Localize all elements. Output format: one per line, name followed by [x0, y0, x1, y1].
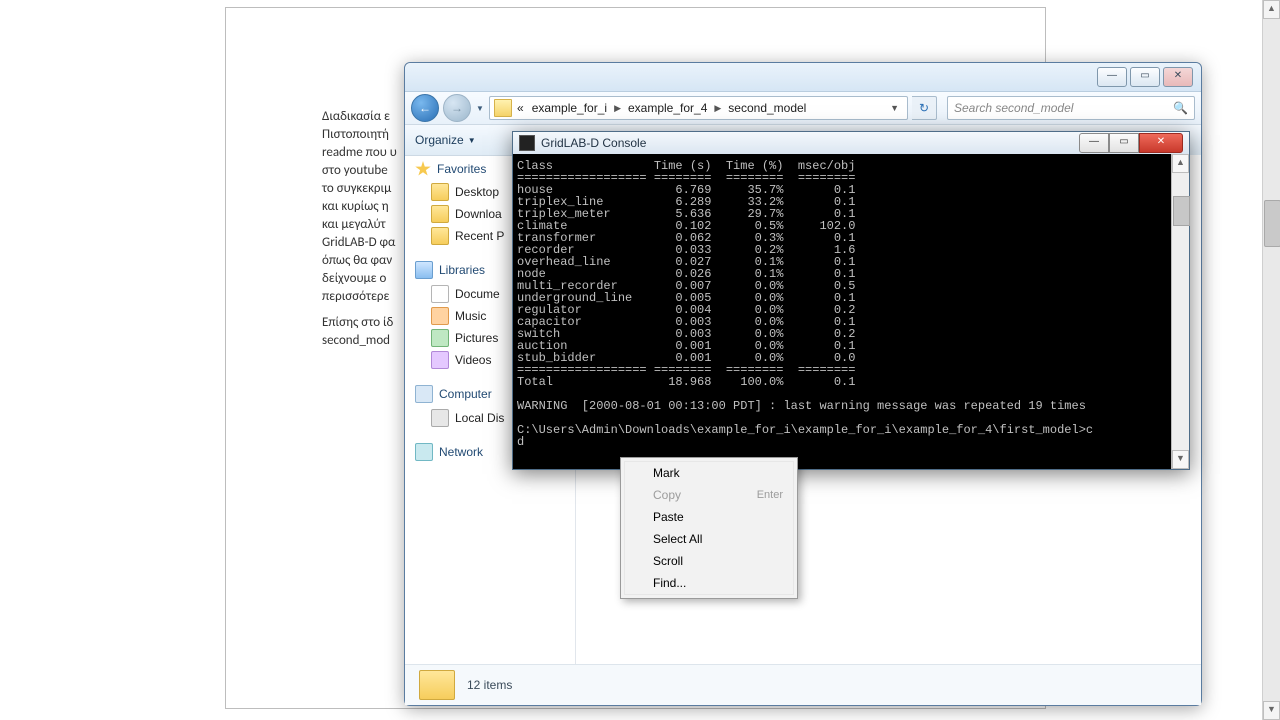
address-bar[interactable]: « example_for_i ▶ example_for_4 ▶ second… — [489, 96, 908, 120]
nav-forward-button[interactable]: → — [443, 94, 471, 122]
scroll-down-icon[interactable]: ▼ — [1172, 450, 1189, 469]
status-text: 12 items — [467, 678, 512, 692]
console-window: GridLAB-D Console — ▭ ✕ Class Time (s) T… — [512, 131, 1190, 470]
host-scrollbar[interactable]: ▲ ▼ — [1262, 0, 1280, 720]
breadcrumb-2[interactable]: second_model — [725, 101, 809, 115]
library-icon — [415, 261, 433, 279]
breadcrumb-prefix[interactable]: « — [514, 101, 527, 115]
star-icon — [415, 161, 431, 177]
context-menu: MarkCopyEnterPasteSelect AllScrollFind..… — [620, 457, 798, 599]
scroll-thumb[interactable] — [1173, 196, 1190, 226]
search-icon[interactable]: 🔍 — [1173, 101, 1188, 115]
video-icon — [431, 351, 449, 369]
nav-back-button[interactable]: ← — [411, 94, 439, 122]
document-icon — [431, 285, 449, 303]
drive-icon — [431, 409, 449, 427]
breadcrumb-0[interactable]: example_for_i — [529, 101, 610, 115]
context-item-select-all[interactable]: Select All — [625, 528, 793, 550]
context-item-paste[interactable]: Paste — [625, 506, 793, 528]
computer-icon — [415, 385, 433, 403]
organize-label: Organize — [415, 133, 464, 147]
chevron-right-icon[interactable]: ▶ — [612, 103, 623, 114]
explorer-statusbar: 12 items — [405, 664, 1201, 705]
folder-icon — [431, 205, 449, 223]
search-input[interactable]: Search second_model 🔍 — [947, 96, 1195, 120]
scroll-down-icon[interactable]: ▼ — [1263, 701, 1280, 720]
picture-icon — [431, 329, 449, 347]
scroll-thumb[interactable] — [1264, 200, 1280, 247]
search-placeholder: Search second_model — [954, 101, 1073, 115]
folder-icon — [419, 670, 455, 700]
folder-icon — [494, 99, 512, 117]
chevron-right-icon[interactable]: ▶ — [712, 103, 723, 114]
console-output[interactable]: Class Time (s) Time (%) msec/obj =======… — [513, 154, 1172, 469]
console-title: GridLAB-D Console — [541, 136, 646, 150]
folder-icon — [431, 183, 449, 201]
context-item-mark[interactable]: Mark — [625, 462, 793, 484]
console-close-button[interactable]: ✕ — [1139, 133, 1183, 153]
breadcrumb-1[interactable]: example_for_4 — [625, 101, 710, 115]
console-icon — [519, 135, 535, 151]
organize-button[interactable]: Organize ▼ — [415, 133, 476, 147]
scroll-up-icon[interactable]: ▲ — [1263, 0, 1280, 19]
console-titlebar[interactable]: GridLAB-D Console — ▭ ✕ — [513, 132, 1189, 155]
refresh-button[interactable]: ↻ — [912, 96, 937, 120]
context-item-scroll[interactable]: Scroll — [625, 550, 793, 572]
console-minimize-button[interactable]: — — [1079, 133, 1109, 153]
chevron-down-icon: ▼ — [468, 136, 476, 145]
network-icon — [415, 443, 433, 461]
folder-icon — [431, 227, 449, 245]
explorer-titlebar[interactable]: — ▭ ✕ — [405, 63, 1201, 92]
explorer-maximize-button[interactable]: ▭ — [1130, 67, 1160, 87]
explorer-minimize-button[interactable]: — — [1097, 67, 1127, 87]
nav-history-dropdown[interactable]: ▼ — [475, 95, 485, 121]
context-item-copy: CopyEnter — [625, 484, 793, 506]
console-scrollbar[interactable]: ▲ ▼ — [1171, 154, 1189, 469]
explorer-close-button[interactable]: ✕ — [1163, 67, 1193, 87]
scroll-up-icon[interactable]: ▲ — [1172, 154, 1189, 173]
explorer-navbar: ← → ▼ « example_for_i ▶ example_for_4 ▶ … — [405, 92, 1201, 125]
console-maximize-button[interactable]: ▭ — [1109, 133, 1139, 153]
address-dropdown-icon[interactable]: ▼ — [886, 103, 903, 113]
context-item-find-[interactable]: Find... — [625, 572, 793, 594]
music-icon — [431, 307, 449, 325]
